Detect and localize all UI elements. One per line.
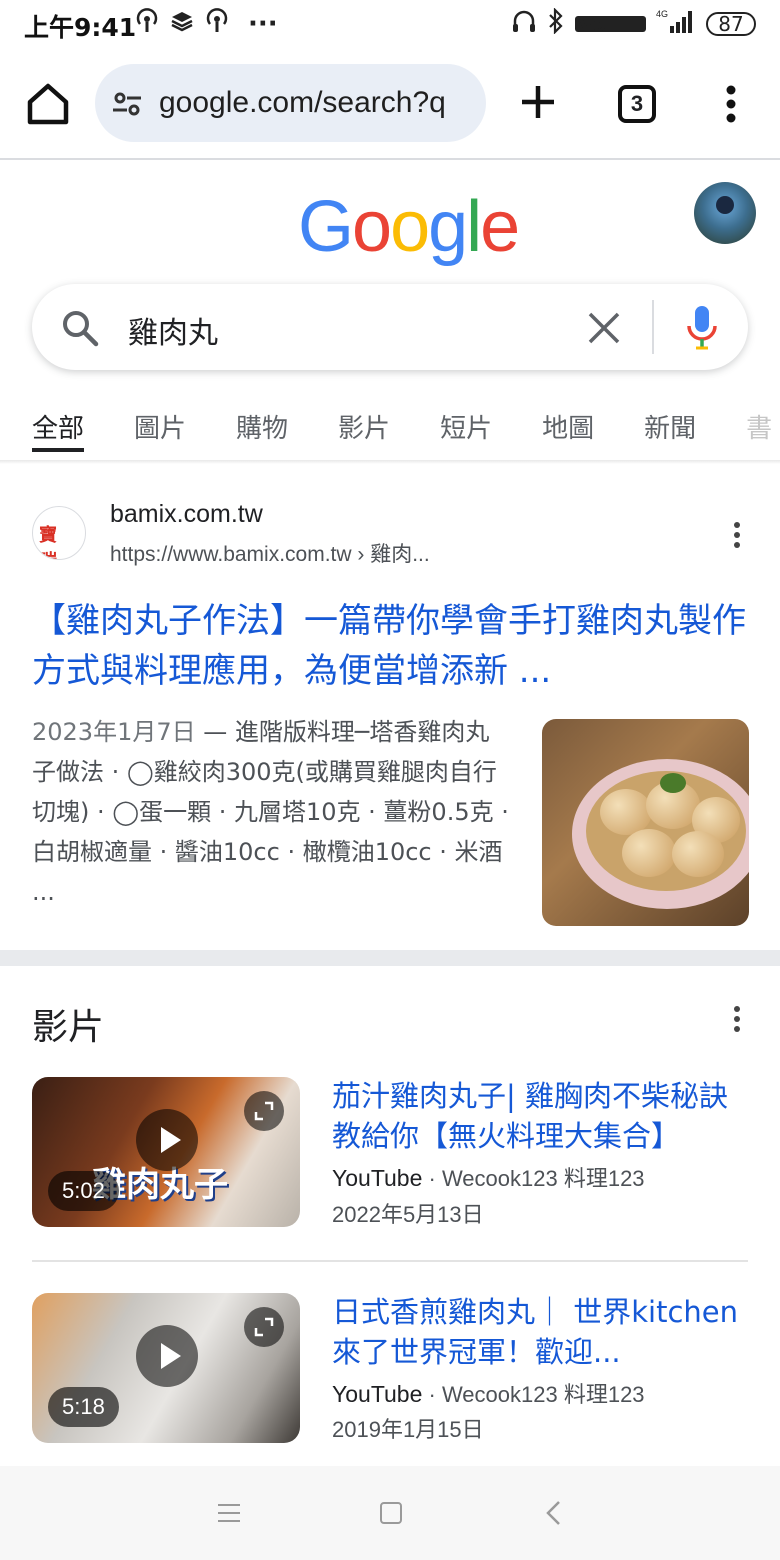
result-snippet-text: — 進階版料理─塔香雞肉丸子做法 · ◯雞絞肉300克(或購買雞腿肉自行切塊) … [32, 718, 509, 906]
video-channel: · Wecook123 料理123 [422, 1382, 645, 1407]
video-date: 2022年5月13日 [332, 1202, 484, 1227]
meatball [672, 831, 724, 877]
section-divider [0, 950, 780, 966]
volte-icon: VoLTE [575, 14, 646, 34]
logo-letter: g [428, 187, 468, 267]
expand-button[interactable] [244, 1091, 284, 1131]
result-snippet: 2023年1月7日 — 進階版料理─塔香雞肉丸子做法 · ◯雞絞肉300克(或購… [32, 712, 512, 912]
status-right-icons: VoLTE 4G 87 [511, 7, 756, 39]
video-platform: YouTube [332, 1165, 423, 1191]
status-time: 上午9:41 [24, 13, 137, 42]
video-thumbnail[interactable]: 雞肉丸子 5:02 [32, 1077, 300, 1227]
search-divider [652, 300, 654, 354]
video-title-link[interactable]: 日式香煎雞肉丸｜ 世界kitchen來了世界冠軍！歡迎... [332, 1292, 752, 1372]
logo-letter: e [480, 187, 520, 267]
result-thumbnail[interactable] [542, 719, 749, 926]
play-icon[interactable] [136, 1325, 198, 1387]
video-channel: · Wecook123 料理123 [422, 1166, 645, 1191]
search-icon[interactable] [60, 308, 100, 348]
home-icon [27, 83, 69, 125]
podcast-icon [204, 8, 230, 40]
result-title-link[interactable]: 【雞肉丸子作法】一篇帶你學會手打雞肉丸製作方式與料理應用，為便當增添新 ... [32, 596, 752, 696]
site-settings-icon[interactable] [111, 88, 143, 120]
video-source: YouTube · Wecook123 料理123 [332, 1162, 645, 1195]
result-url[interactable]: https://www.bamix.com.tw › 雞肉... [110, 538, 430, 568]
expand-icon [254, 1317, 274, 1337]
herb-garnish [660, 773, 686, 793]
plus-icon [522, 86, 554, 118]
back-button[interactable] [544, 1500, 564, 1526]
browser-toolbar: google.com/search?q 3 [0, 60, 780, 148]
tab-shorts[interactable]: 短片 [440, 408, 492, 452]
video-platform: YouTube [332, 1381, 423, 1407]
home-button[interactable] [22, 78, 74, 130]
system-nav-bar [0, 1466, 780, 1560]
favicon-text: 寶 瑞 [39, 525, 59, 559]
tab-switcher-button[interactable]: 3 [618, 85, 656, 123]
result-more-button[interactable] [732, 522, 742, 554]
url-text[interactable]: google.com/search?q [159, 86, 474, 120]
layers-icon [170, 9, 194, 39]
video-duration: 5:02 [48, 1171, 119, 1211]
back-icon [546, 1501, 560, 1525]
toolbar-divider [0, 158, 780, 160]
search-box[interactable]: 雞肉丸 [32, 284, 748, 370]
logo-letter: o [352, 187, 392, 267]
network-type: 4G [656, 9, 668, 19]
video-title-link[interactable]: 茄汁雞肉丸子| 雞胸肉不柴秘訣教給你【無火料理大集合】 [332, 1076, 752, 1156]
meatball [622, 829, 676, 877]
tab-books[interactable]: 書 [746, 408, 772, 452]
status-bar: 上午9:41 ··· VoLTE 4G 87 [0, 0, 780, 48]
meatball [600, 789, 652, 835]
tabs-shadow [0, 460, 780, 464]
vertical-dots-icon [726, 85, 736, 123]
recent-apps-button[interactable] [218, 1504, 240, 1522]
url-bar[interactable]: google.com/search?q [95, 64, 486, 142]
bluetooth-icon [547, 7, 565, 39]
logo-letter: G [298, 187, 354, 267]
browser-menu-button[interactable] [716, 82, 746, 126]
status-left-icons: ··· [134, 8, 278, 40]
videos-more-button[interactable] [732, 1006, 742, 1038]
expand-icon [254, 1101, 274, 1121]
account-avatar[interactable] [694, 182, 756, 244]
video-duration: 5:18 [48, 1387, 119, 1427]
system-home-button[interactable] [380, 1502, 402, 1524]
expand-button[interactable] [244, 1307, 284, 1347]
logo-letter: o [390, 187, 430, 267]
tab-all[interactable]: 全部 [32, 408, 85, 452]
podcast-icon [134, 8, 160, 40]
tab-shopping[interactable]: 購物 [236, 408, 288, 452]
video-thumbnail[interactable]: 5:18 [32, 1293, 300, 1443]
site-favicon[interactable]: 寶 瑞 [32, 506, 86, 560]
close-icon[interactable] [586, 310, 622, 346]
logo-letter: l [466, 187, 482, 267]
new-tab-button[interactable] [518, 82, 558, 122]
headphones-icon [511, 8, 537, 39]
battery-indicator: 87 [706, 11, 756, 36]
tab-maps[interactable]: 地圖 [542, 408, 594, 452]
search-input[interactable]: 雞肉丸 [128, 308, 218, 352]
tab-images[interactable]: 圖片 [134, 408, 186, 452]
search-tabs: 全部 圖片 購物 影片 短片 地圖 新聞 書 [32, 408, 780, 458]
google-logo[interactable]: Google [298, 186, 520, 268]
tab-news[interactable]: 新聞 [644, 408, 696, 452]
video-source: YouTube · Wecook123 料理123 [332, 1378, 645, 1411]
video-date: 2019年1月15日 [332, 1417, 484, 1442]
microphone-icon[interactable] [684, 304, 720, 352]
more-icon: ··· [248, 9, 278, 39]
signal-icon: 4G [656, 8, 696, 39]
result-date: 2023年1月7日 [32, 718, 196, 746]
videos-heading: 影片 [32, 1007, 105, 1048]
tab-videos[interactable]: 影片 [338, 408, 390, 452]
video-divider [32, 1260, 748, 1262]
play-icon[interactable] [136, 1109, 198, 1171]
result-site-name[interactable]: bamix.com.tw [110, 500, 263, 529]
